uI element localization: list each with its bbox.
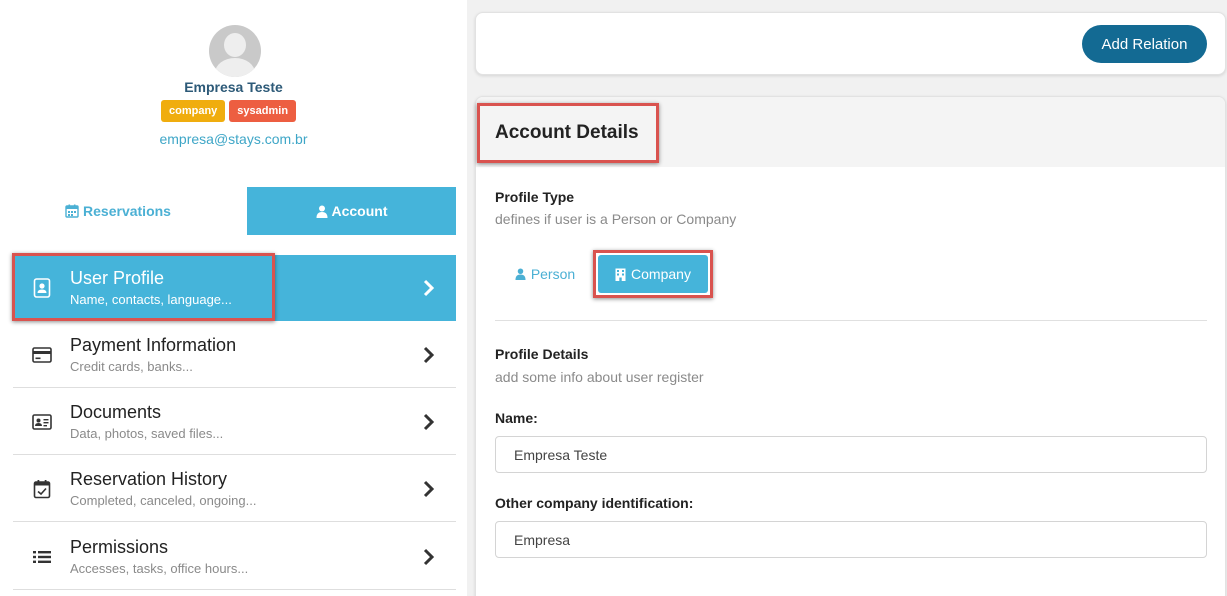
contact-card-icon (31, 277, 53, 299)
profile-type-company-button[interactable]: Company (598, 255, 708, 293)
badge-company: company (161, 100, 226, 122)
chevron-right-icon (423, 279, 435, 297)
profile-type-person-button[interactable]: Person (505, 255, 585, 293)
tab-reservations[interactable]: Reservations (13, 187, 223, 235)
page-title: Account Details (495, 122, 639, 143)
profile-type-title: Profile Type (495, 189, 575, 205)
menu-item-subtitle: Completed, canceled, ongoing... (70, 493, 257, 508)
menu-item-payment-information[interactable]: Payment Information Credit cards, banks.… (13, 322, 456, 388)
divider (495, 320, 1207, 321)
menu-item-reservation-history[interactable]: Reservation History Completed, canceled,… (13, 456, 456, 522)
chevron-right-icon (423, 548, 435, 566)
role-badges: company sysadmin (161, 100, 297, 122)
menu-item-subtitle: Data, photos, saved files... (70, 426, 224, 441)
menu-item-title: User Profile (70, 268, 165, 288)
id-card-icon (31, 411, 53, 433)
name-label: Name: (495, 410, 538, 426)
menu-item-user-profile[interactable]: User Profile Name, contacts, language... (13, 255, 456, 321)
calendar-check-icon (31, 478, 53, 500)
profile-details-subtitle: add some info about user register (495, 369, 704, 385)
menu-item-subtitle: Credit cards, banks... (70, 359, 193, 374)
user-email: empresa@stays.com.br (159, 131, 308, 147)
profile-details-title: Profile Details (495, 346, 589, 362)
avatar (209, 25, 261, 77)
tab-account-label: Account (331, 203, 388, 219)
menu-item-subtitle: Accesses, tasks, office hours... (70, 561, 249, 576)
menu-item-subtitle: Name, contacts, language... (70, 292, 232, 307)
menu-item-permissions[interactable]: Permissions Accesses, tasks, office hour… (13, 524, 456, 590)
profile-type-subtitle: defines if user is a Person or Company (495, 211, 737, 227)
calendar-icon (65, 204, 79, 218)
tab-reservations-label: Reservations (83, 203, 171, 219)
user-icon (316, 205, 327, 218)
list-icon (31, 546, 53, 568)
name-input[interactable] (495, 436, 1207, 473)
menu-item-title: Permissions (70, 537, 169, 557)
badge-sysadmin: sysadmin (229, 100, 297, 122)
menu-item-title: Reservation History (70, 469, 228, 489)
profile-type-company-label: Company (631, 266, 691, 282)
credit-card-icon (31, 344, 53, 366)
chevron-right-icon (423, 346, 435, 364)
chevron-right-icon (423, 413, 435, 431)
account-sidebar: Empresa Teste company sysadmin empresa@s… (0, 0, 467, 596)
profile-type-person-label: Person (530, 266, 576, 282)
menu-item-title: Payment Information (70, 335, 237, 355)
other-company-identification-input[interactable] (495, 521, 1207, 558)
user-name: Empresa Teste (184, 79, 283, 95)
chevron-right-icon (423, 480, 435, 498)
add-relation-button[interactable]: Add Relation (1082, 25, 1207, 63)
user-icon (515, 268, 526, 280)
other-id-label: Other company identification: (495, 495, 694, 511)
menu-item-documents[interactable]: Documents Data, photos, saved files... (13, 389, 456, 455)
building-icon (615, 268, 626, 281)
menu-item-title: Documents (70, 402, 162, 422)
tab-account[interactable]: Account (247, 187, 456, 235)
